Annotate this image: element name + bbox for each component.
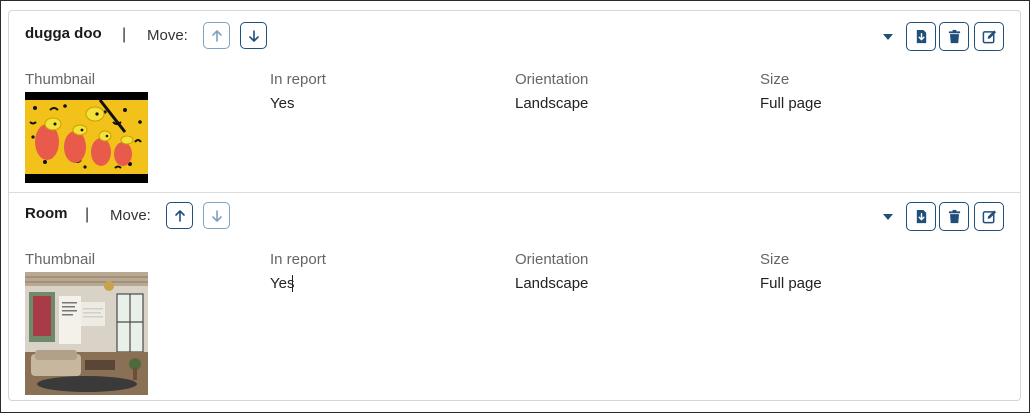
arrow-down-icon [211, 209, 222, 222]
in-report-value: Yes [270, 95, 295, 112]
trash-icon [948, 209, 960, 224]
edit-button[interactable] [974, 202, 1004, 231]
delete-button[interactable] [939, 202, 969, 231]
download-icon [916, 29, 926, 44]
in-report-label: In report [270, 71, 326, 88]
size-label: Size [760, 251, 790, 268]
item-title: Room [25, 205, 68, 222]
trash-icon [948, 29, 960, 44]
thumbnail-image[interactable] [25, 92, 148, 183]
download-button[interactable] [906, 22, 936, 51]
orientation-label: Orientation [515, 71, 589, 88]
item-title: dugga doo [25, 25, 102, 42]
title-separator: | [122, 26, 127, 43]
size-value: Full page [760, 95, 822, 112]
orientation-value: Landscape [515, 95, 589, 112]
thumbnail-label: Thumbnail [25, 71, 96, 88]
caret-down-icon[interactable] [883, 34, 893, 40]
size-label: Size [760, 71, 790, 88]
delete-button[interactable] [939, 22, 969, 51]
orientation-label: Orientation [515, 251, 589, 268]
thumbnail-label: Thumbnail [25, 251, 96, 268]
download-icon [916, 209, 926, 224]
move-up-button[interactable] [203, 22, 230, 49]
edit-icon [982, 30, 996, 44]
thumbnail-artwork [25, 272, 148, 395]
thumbnail-image[interactable] [25, 272, 148, 395]
move-up-button[interactable] [166, 202, 193, 229]
in-report-label: In report [270, 251, 326, 268]
report-item: Room | Move: Thumbnail In report Orienta… [9, 192, 1020, 400]
text-cursor [292, 275, 293, 292]
arrow-up-icon [211, 29, 222, 42]
edit-button[interactable] [974, 22, 1004, 51]
thumbnail-artwork [25, 92, 148, 183]
edit-icon [982, 210, 996, 224]
move-label: Move: [110, 207, 151, 224]
move-down-button[interactable] [203, 202, 230, 229]
report-items-panel: dugga doo | Move: Thumbnail In report Or… [8, 10, 1021, 401]
arrow-up-icon [174, 209, 185, 222]
orientation-value: Landscape [515, 275, 589, 292]
download-button[interactable] [906, 202, 936, 231]
report-item: dugga doo | Move: Thumbnail In report Or… [9, 11, 1020, 193]
arrow-down-icon [248, 29, 259, 42]
size-value: Full page [760, 275, 822, 292]
title-separator: | [85, 206, 90, 223]
move-label: Move: [147, 27, 188, 44]
caret-down-icon[interactable] [883, 214, 893, 220]
in-report-value: Yes [270, 275, 295, 292]
move-down-button[interactable] [240, 22, 267, 49]
